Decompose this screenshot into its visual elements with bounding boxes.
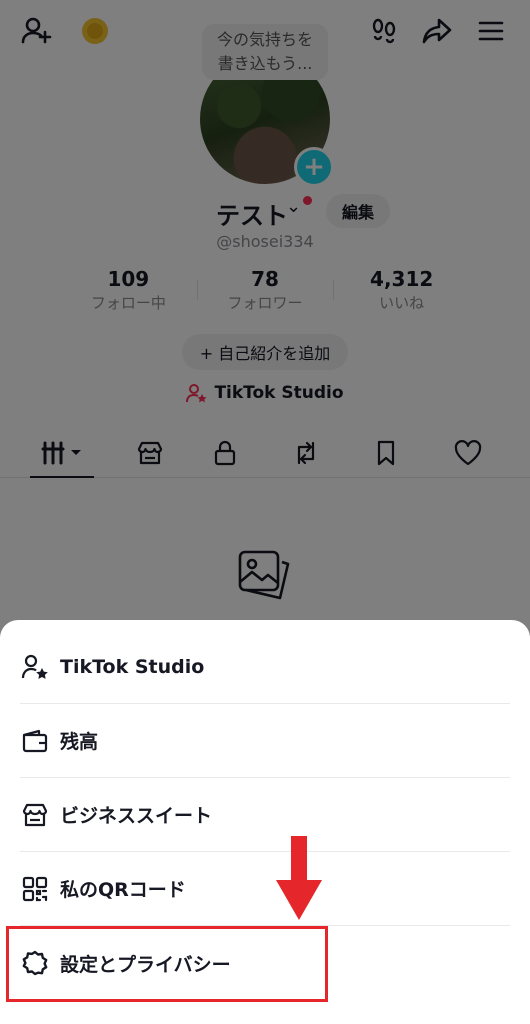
menu-item-business-suite[interactable]: ビジネススイート	[20, 778, 510, 852]
menu-item-business-suite-label: ビジネススイート	[60, 805, 213, 827]
creator-icon	[20, 652, 50, 682]
menu-item-balance[interactable]: 残高	[20, 704, 510, 778]
store-icon	[20, 800, 50, 830]
arrow-down-icon	[276, 836, 322, 920]
menu-item-qr-code-label: 私のQRコード	[60, 879, 186, 901]
menu-item-qr-code[interactable]: 私のQRコード	[20, 852, 510, 926]
menu-item-tiktok-studio-label: TikTok Studio	[60, 655, 205, 678]
highlight-box	[6, 926, 328, 1002]
menu-item-tiktok-studio[interactable]: TikTok Studio	[20, 630, 510, 704]
qr-code-icon	[20, 874, 50, 904]
menu-item-balance-label: 残高	[60, 731, 99, 753]
wallet-icon	[20, 726, 50, 756]
